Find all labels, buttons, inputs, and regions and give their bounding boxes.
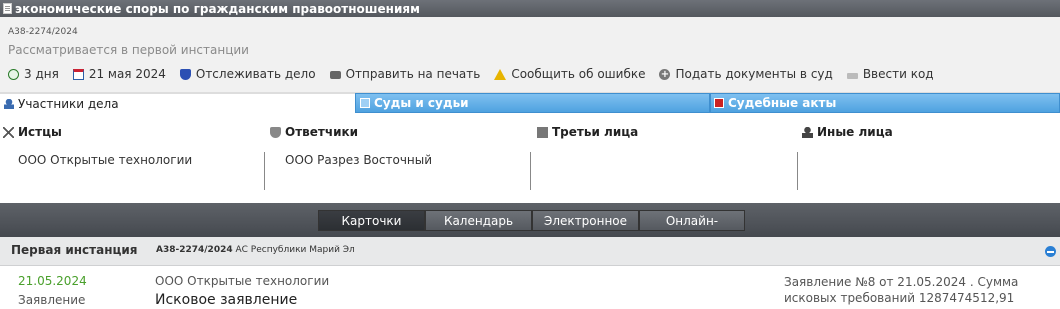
building-icon <box>537 126 548 138</box>
nav-electronic-case[interactable]: Электронное дело <box>532 210 639 231</box>
document-info: Заявление №8 от 21.05.2024 . Сумма исков… <box>784 275 1019 305</box>
collapse-icon[interactable] <box>1045 246 1056 257</box>
document-icon <box>3 3 12 14</box>
print-label: Отправить на печать <box>345 67 481 81</box>
duration-indicator: 3 дня <box>8 67 59 81</box>
instance-header[interactable]: Первая инстанция А38-2274/2024 АС Респуб… <box>0 237 1060 266</box>
duration-label: 3 дня <box>24 67 59 81</box>
plus-icon: + <box>659 68 671 80</box>
tab-court-acts-label: Судебные акты <box>728 96 837 110</box>
defendant-item[interactable]: ООО Разрез Восточный <box>270 144 528 167</box>
others-title: Иные лица <box>817 125 893 139</box>
shield-icon <box>179 68 191 80</box>
instance-title: Первая инстанция <box>11 243 138 257</box>
participants-panel: Истцы ООО Открытые технологии Ответчики … <box>0 120 1060 195</box>
case-header: А38-2274/2024 Рассматривается в первой и… <box>0 17 1060 93</box>
next-date-label: 21 мая 2024 <box>88 67 166 81</box>
nav-calendar[interactable]: Календарь <box>425 210 532 231</box>
defendants-column: Ответчики ООО Разрез Восточный <box>270 120 528 195</box>
third-parties-heading: Третьи лица <box>537 120 792 144</box>
person-icon <box>4 98 14 109</box>
plaintiffs-title: Истцы <box>18 125 62 139</box>
case-category-bar: экономические споры по гражданским право… <box>0 0 1060 17</box>
case-category-title: экономические споры по гражданским право… <box>15 1 420 16</box>
nav-online-hearings[interactable]: Онлайн-заседания <box>639 210 745 231</box>
report-error-button[interactable]: Сообщить об ошибке <box>494 67 645 81</box>
report-error-label: Сообщить об ошибке <box>511 67 646 81</box>
defendants-title: Ответчики <box>285 125 359 139</box>
case-number: А38-2274/2024 <box>8 27 78 37</box>
key-icon <box>846 72 858 79</box>
enter-code-button[interactable]: Ввести код <box>846 67 934 81</box>
document-title[interactable]: Исковое заявление <box>155 292 297 308</box>
calendar-icon <box>72 68 84 80</box>
tab-participants-label: Участники дела <box>18 96 119 111</box>
warning-icon <box>494 68 507 80</box>
defendants-heading: Ответчики <box>270 120 528 144</box>
third-parties-title: Третьи лица <box>552 125 639 139</box>
document-type: Заявление <box>18 293 86 307</box>
column-divider <box>264 152 265 190</box>
submit-documents-label: Подать документы в суд <box>675 67 833 81</box>
third-parties-column: Третьи лица <box>537 120 792 195</box>
others-column: Иные лица <box>802 120 1057 195</box>
swords-icon <box>3 126 14 138</box>
tab-courts[interactable]: Суды и судьи <box>355 93 710 113</box>
print-button[interactable]: Отправить на печать <box>329 67 481 81</box>
tab-court-acts[interactable]: Судебные акты <box>710 93 1060 113</box>
case-actions: 3 дня 21 мая 2024 Отслеживать дело Отпра… <box>8 66 948 82</box>
column-divider <box>797 152 798 190</box>
document-party: ООО Открытые технологии <box>155 274 330 288</box>
nav-cards[interactable]: Карточки <box>318 210 425 231</box>
document-row: 21.05.2024 Заявление ООО Открытые технол… <box>0 266 1060 309</box>
enter-code-label: Ввести код <box>862 67 934 81</box>
tab-participants[interactable]: Участники дела <box>0 93 355 113</box>
others-heading: Иные лица <box>802 120 1057 144</box>
court-icon <box>360 98 370 108</box>
case-status: Рассматривается в первой инстанции <box>8 43 249 57</box>
pdf-icon <box>714 98 724 108</box>
plaintiff-item[interactable]: ООО Открытые технологии <box>3 144 263 167</box>
submit-documents-button[interactable]: + Подать документы в суд <box>659 67 833 81</box>
plaintiffs-column: Истцы ООО Открытые технологии <box>3 120 263 195</box>
column-divider <box>530 152 531 190</box>
track-case-label: Отслеживать дело <box>195 67 316 81</box>
plaintiffs-heading: Истцы <box>3 120 263 144</box>
instance-case: А38-2274/2024 АС Республики Марий Эл <box>156 245 355 255</box>
document-date: 21.05.2024 <box>18 274 87 288</box>
printer-icon <box>329 71 341 79</box>
view-switcher: Карточки Календарь Электронное дело Онла… <box>0 203 1060 237</box>
user-icon <box>802 126 813 138</box>
instance-case-number: А38-2274/2024 <box>156 245 233 255</box>
clock-icon <box>8 68 19 80</box>
case-tabs: Участники дела Суды и судьи Судебные акт… <box>0 93 1060 113</box>
tab-courts-label: Суды и судьи <box>374 96 469 110</box>
track-case-button[interactable]: Отслеживать дело <box>179 67 316 81</box>
instance-court: АС Республики Марий Эл <box>235 245 355 255</box>
shield-icon <box>270 126 281 138</box>
next-date-indicator: 21 мая 2024 <box>72 67 166 81</box>
